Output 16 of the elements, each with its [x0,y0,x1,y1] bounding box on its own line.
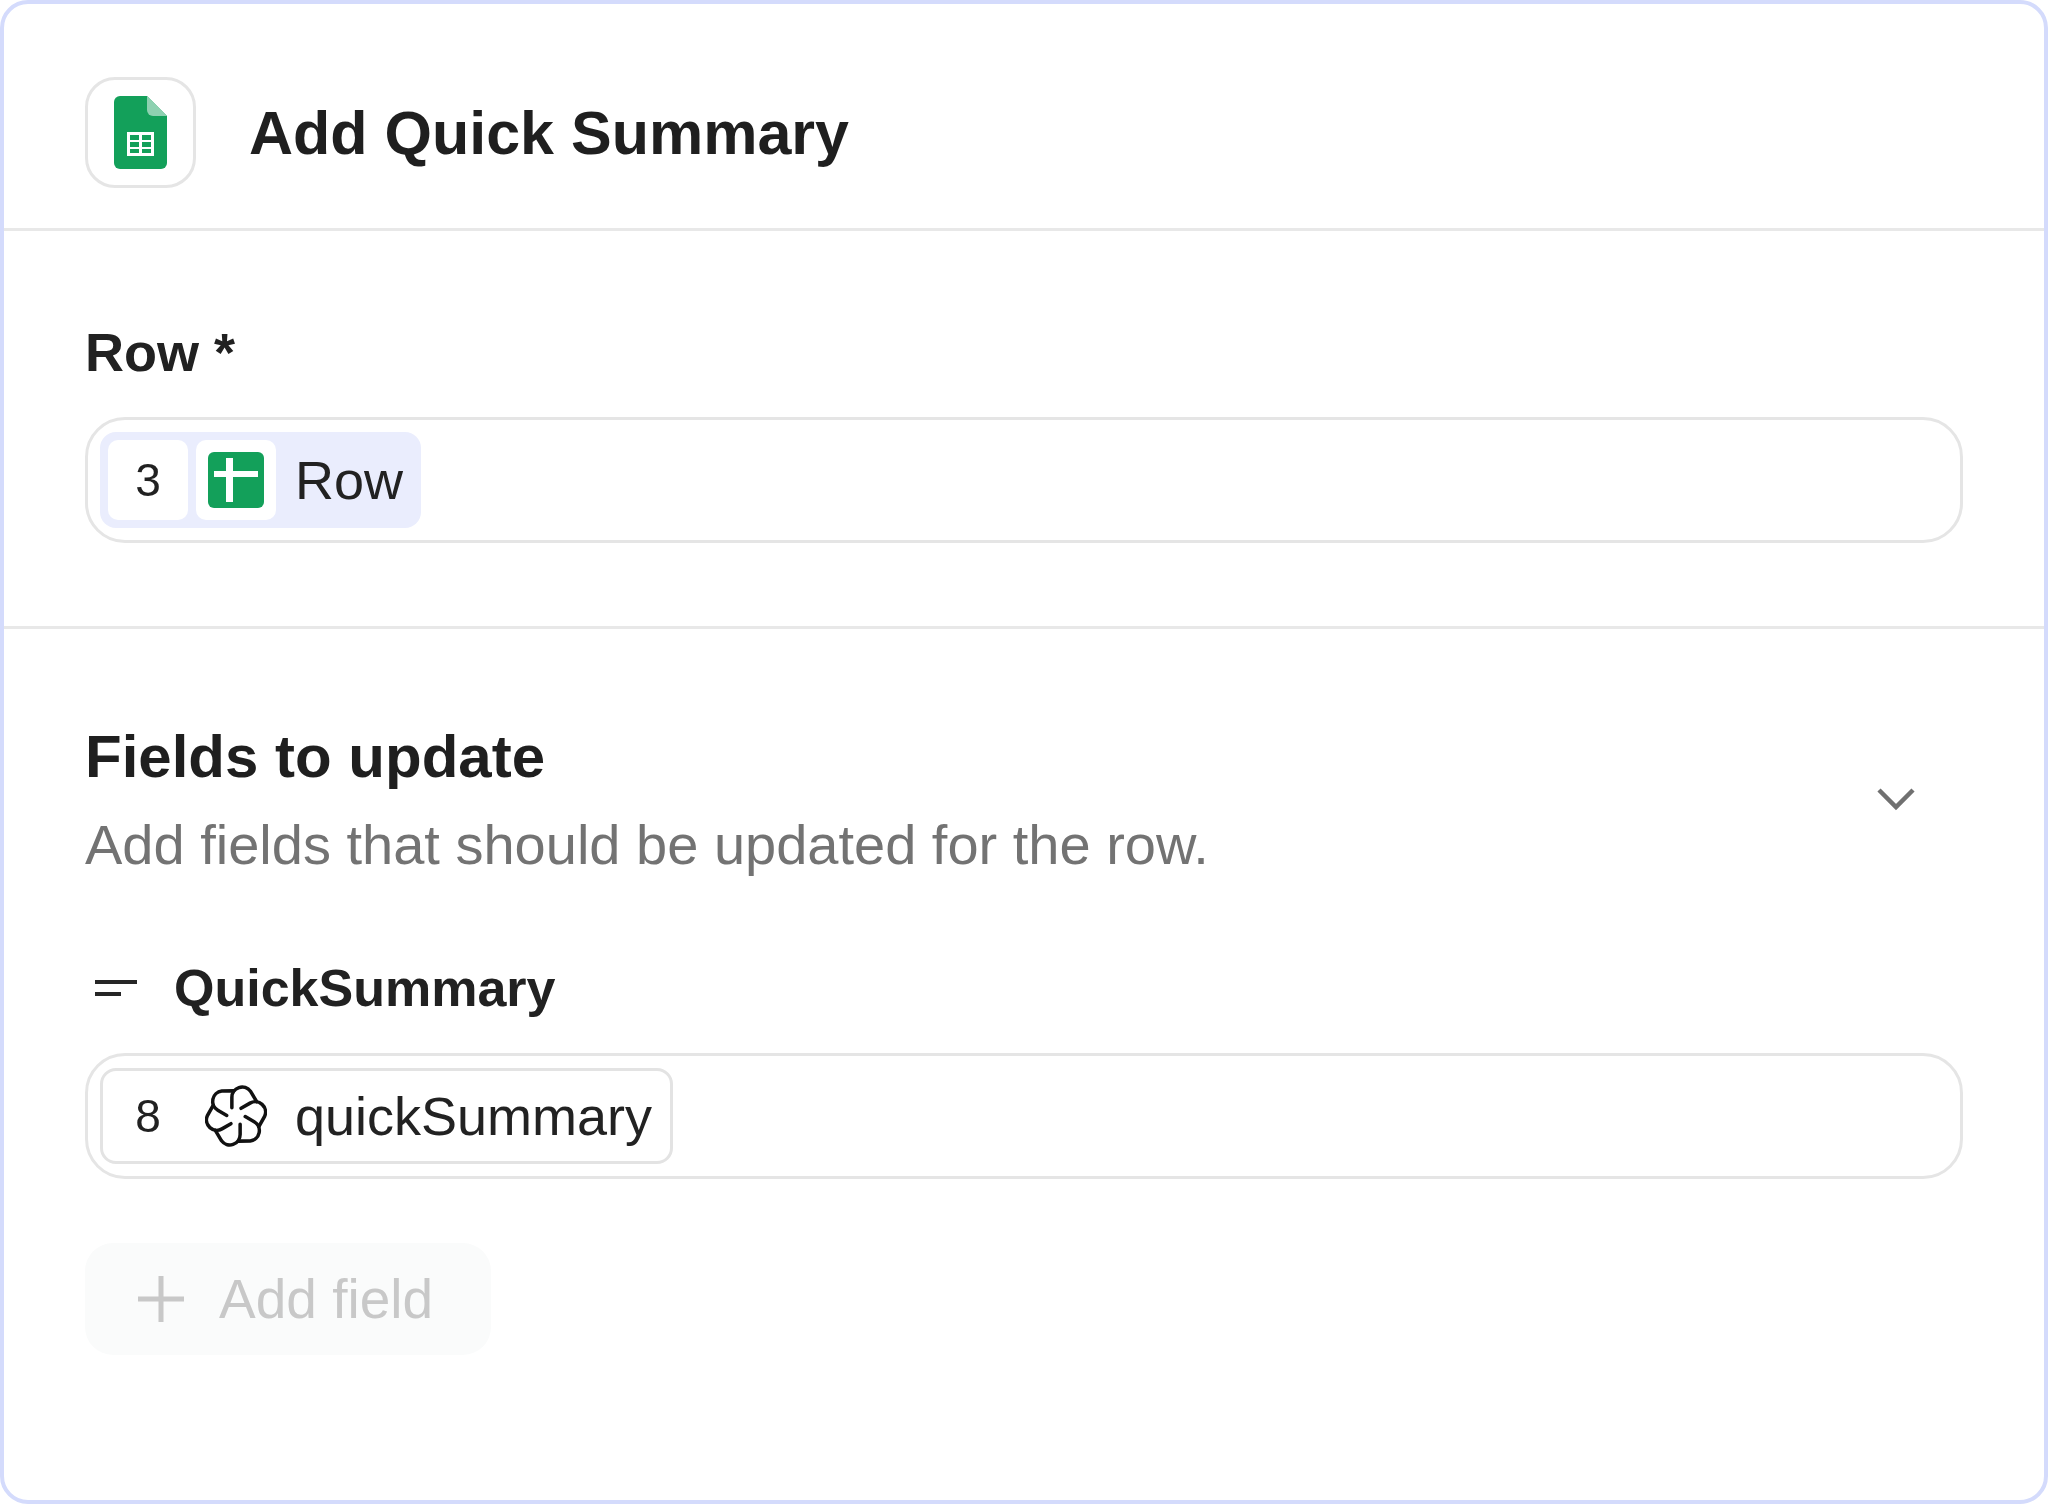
panel-title: Add Quick Summary [249,97,849,169]
plus-icon [138,1276,184,1322]
field-label: QuickSummary [174,958,556,1019]
section-description: Add fields that should be updated for the row. [85,813,1209,877]
chevron-down-icon[interactable] [1876,787,1916,811]
step-number: 3 [108,440,188,520]
input-field[interactable]: 3 Row [85,417,1963,543]
section-title: Fields to update [85,722,546,792]
input-field[interactable]: 8 quickSummary [85,1053,1963,1179]
field-label: Row * [85,321,235,384]
text-lines-icon [95,980,137,996]
table-icon [196,440,276,520]
token-label: quickSummary [295,1085,653,1147]
token-label: Row [295,449,404,511]
knot-icon [205,1085,267,1147]
spreadsheet-icon [85,77,196,188]
